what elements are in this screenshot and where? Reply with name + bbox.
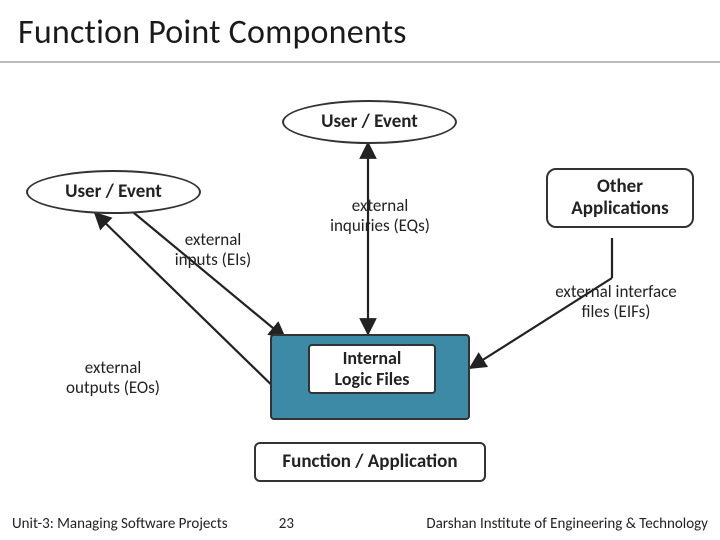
label-external-inquiries: external inquiries (EQs): [310, 196, 450, 235]
node-user-event-left: User / Event: [26, 170, 201, 214]
footer-unit: Unit-3: Managing Software Projects: [12, 515, 228, 533]
node-user-event-top: User / Event: [282, 100, 457, 144]
footer-page-number: 23: [279, 515, 294, 533]
node-other-applications: Other Applications: [546, 168, 694, 228]
label-external-outputs: external outputs (EOs): [48, 358, 178, 397]
node-internal-logic-files: Internal Logic Files: [308, 344, 436, 394]
slide-title: Function Point Components: [0, 0, 720, 63]
footer: Unit-3: Managing Software Projects 23 Da…: [0, 508, 720, 540]
diagram-stage: User / Event User / Event Other Applicat…: [0, 68, 720, 508]
node-function-application: Function / Application: [254, 442, 486, 482]
footer-org: Darshan Institute of Engineering & Techn…: [426, 515, 708, 533]
label-external-inputs: external inputs (EIs): [158, 230, 268, 269]
label-external-interface-files: external interface files (EIFs): [536, 282, 696, 321]
